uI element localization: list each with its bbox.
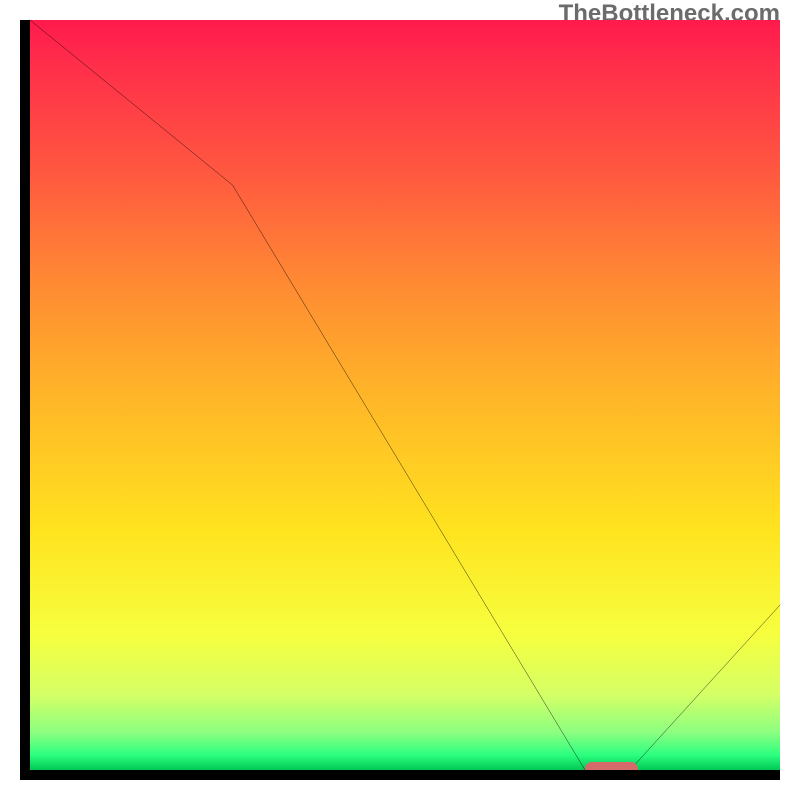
bottleneck-chart [20, 20, 780, 780]
axes [20, 20, 780, 780]
